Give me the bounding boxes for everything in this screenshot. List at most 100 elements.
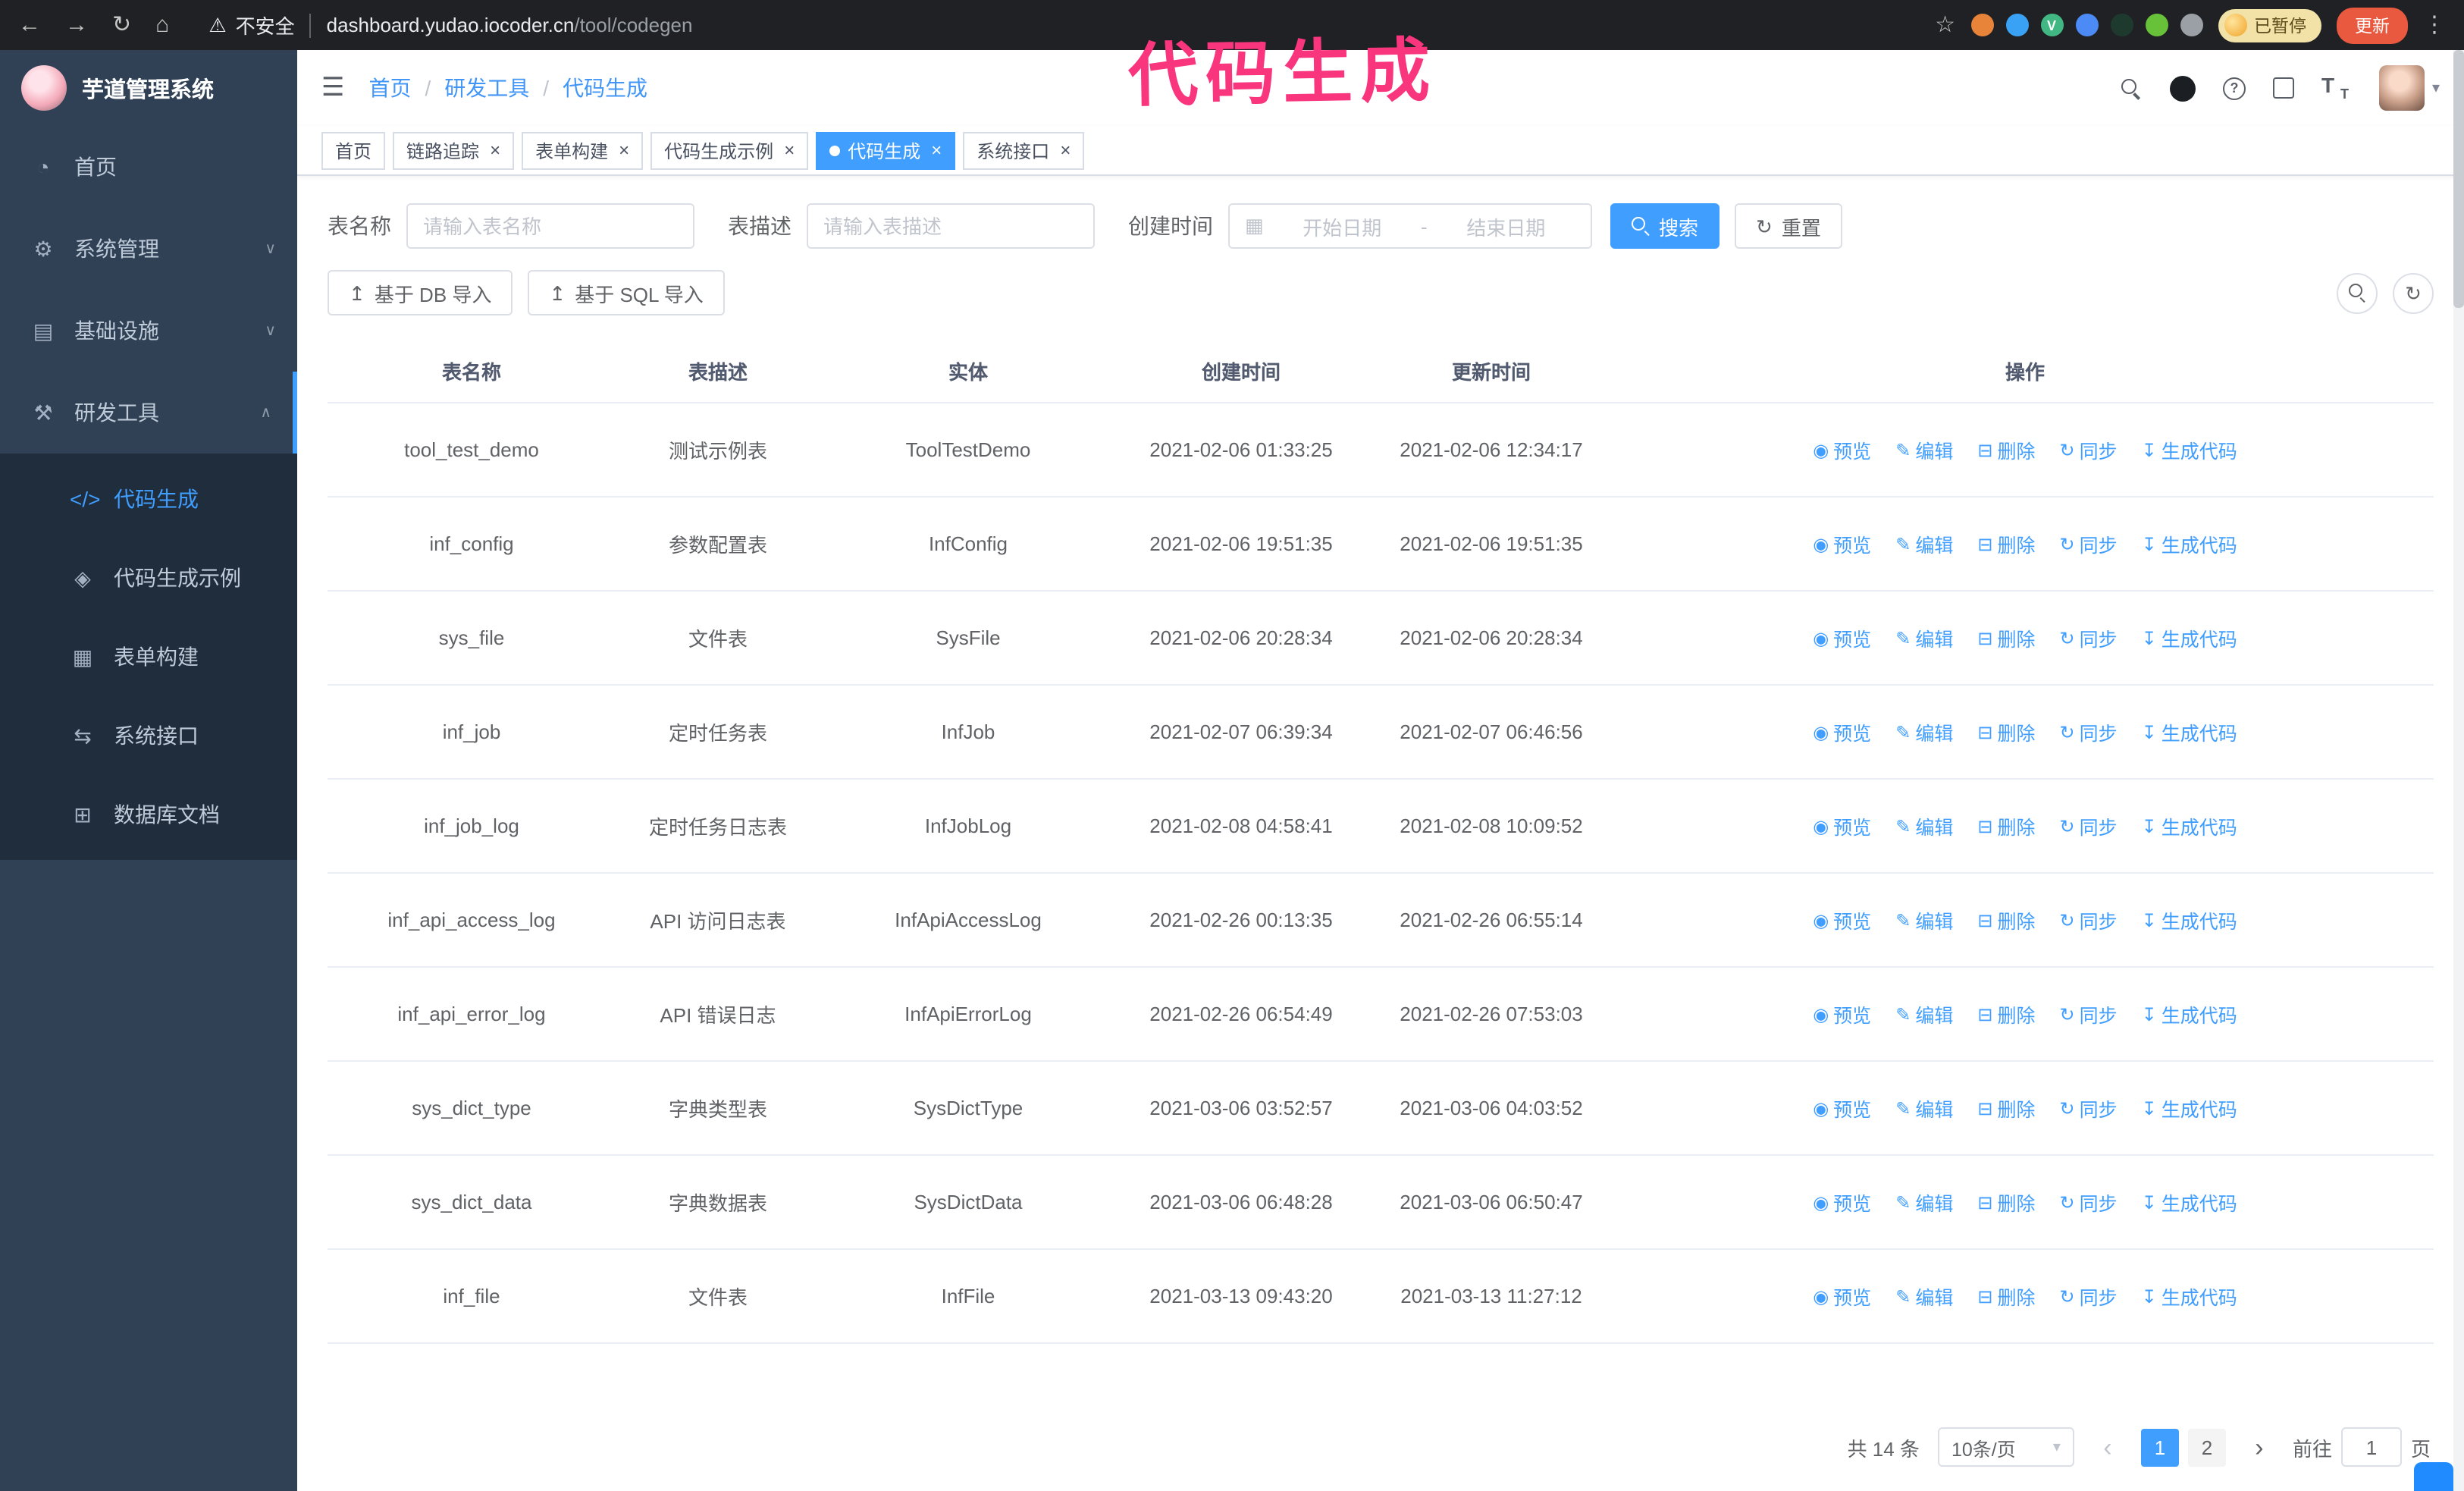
- github-icon[interactable]: [2169, 75, 2196, 101]
- table-desc-input[interactable]: [807, 203, 1095, 249]
- preview-link[interactable]: ◉ 预览: [1813, 623, 1871, 652]
- edit-link[interactable]: ✎ 编辑: [1895, 811, 1953, 840]
- scrollbar-thumb[interactable]: [2453, 50, 2464, 308]
- tab-home[interactable]: 首页: [321, 131, 386, 169]
- breadcrumb-item[interactable]: 研发工具: [444, 73, 529, 103]
- generate-link[interactable]: ↧ 生成代码: [2142, 906, 2237, 934]
- tab-api[interactable]: 系统接口 ×: [963, 131, 1085, 169]
- import-sql-button[interactable]: ↥ 基于 SQL 导入: [528, 270, 725, 315]
- sidebar-subitem-form-builder[interactable]: ▦ 表单构建: [0, 617, 297, 696]
- page-size-select[interactable]: 10条/页 ▾: [1937, 1427, 2074, 1467]
- search-icon[interactable]: [2120, 77, 2143, 99]
- delete-link[interactable]: ⊟ 删除: [1977, 623, 2035, 652]
- tab-codegen-example[interactable]: 代码生成示例 ×: [650, 131, 809, 169]
- app-logo[interactable]: 芋道管理系统: [0, 50, 297, 126]
- bookmark-star-icon[interactable]: ☆: [1935, 14, 1955, 36]
- generate-link[interactable]: ↧ 生成代码: [2142, 529, 2237, 558]
- edit-link[interactable]: ✎ 编辑: [1895, 435, 1953, 464]
- refresh-table-button[interactable]: ↻: [2393, 272, 2434, 313]
- generate-link[interactable]: ↧ 生成代码: [2142, 623, 2237, 652]
- delete-link[interactable]: ⊟ 删除: [1977, 811, 2035, 840]
- close-icon[interactable]: ×: [1060, 141, 1071, 159]
- sync-link[interactable]: ↻ 同步: [2060, 435, 2118, 464]
- delete-link[interactable]: ⊟ 删除: [1977, 529, 2035, 558]
- close-icon[interactable]: ×: [619, 141, 629, 159]
- help-icon[interactable]: [2222, 77, 2246, 99]
- close-icon[interactable]: ×: [490, 141, 500, 159]
- user-avatar-menu[interactable]: ▾: [2378, 65, 2440, 111]
- sidebar-toggle-icon[interactable]: ☰: [321, 73, 345, 103]
- sync-link[interactable]: ↻ 同步: [2060, 1094, 2118, 1122]
- sidebar-subitem-db-doc[interactable]: ⊞ 数据库文档: [0, 775, 297, 854]
- generate-link[interactable]: ↧ 生成代码: [2142, 1000, 2237, 1028]
- sync-link[interactable]: ↻ 同步: [2060, 1000, 2118, 1028]
- sidebar-item-system[interactable]: ⚙ 系统管理 ∨: [0, 208, 297, 290]
- table-name-input[interactable]: [406, 203, 694, 249]
- preview-link[interactable]: ◉ 预览: [1813, 1282, 1871, 1311]
- edit-link[interactable]: ✎ 编辑: [1895, 717, 1953, 746]
- edit-link[interactable]: ✎ 编辑: [1895, 529, 1953, 558]
- goto-page-input[interactable]: [2340, 1427, 2402, 1467]
- puzzle-extension-icon[interactable]: [2180, 14, 2202, 36]
- generate-link[interactable]: ↧ 生成代码: [2142, 435, 2237, 464]
- generate-link[interactable]: ↧ 生成代码: [2142, 1188, 2237, 1216]
- preview-link[interactable]: ◉ 预览: [1813, 1188, 1871, 1216]
- fox-extension-icon[interactable]: [1970, 14, 1993, 36]
- generate-link[interactable]: ↧ 生成代码: [2142, 1282, 2237, 1311]
- preview-link[interactable]: ◉ 预览: [1813, 435, 1871, 464]
- sync-link[interactable]: ↻ 同步: [2060, 529, 2118, 558]
- create-time-range-picker[interactable]: ▦ 开始日期 - 结束日期: [1228, 203, 1592, 249]
- tab-trace[interactable]: 链路追踪 ×: [393, 131, 515, 169]
- delete-link[interactable]: ⊟ 删除: [1977, 906, 2035, 934]
- show-search-toggle-button[interactable]: [2337, 272, 2378, 313]
- generate-link[interactable]: ↧ 生成代码: [2142, 811, 2237, 840]
- breadcrumb-item[interactable]: 代码生成: [563, 73, 647, 103]
- chat-widget-button[interactable]: [2414, 1462, 2453, 1491]
- preview-link[interactable]: ◉ 预览: [1813, 906, 1871, 934]
- tab-codegen[interactable]: 代码生成 ×: [816, 131, 956, 169]
- sidebar-item-devtools[interactable]: ⚒ 研发工具 ∧: [0, 372, 297, 454]
- breadcrumb-item[interactable]: 首页: [369, 73, 412, 103]
- delete-link[interactable]: ⊟ 删除: [1977, 435, 2035, 464]
- import-db-button[interactable]: ↥ 基于 DB 导入: [328, 270, 513, 315]
- sync-link[interactable]: ↻ 同步: [2060, 717, 2118, 746]
- back-icon[interactable]: ←: [18, 14, 41, 36]
- edit-link[interactable]: ✎ 编辑: [1895, 1094, 1953, 1122]
- tab-form-builder[interactable]: 表单构建 ×: [522, 131, 644, 169]
- preview-link[interactable]: ◉ 预览: [1813, 1000, 1871, 1028]
- sync-link[interactable]: ↻ 同步: [2060, 906, 2118, 934]
- edit-link[interactable]: ✎ 编辑: [1895, 906, 1953, 934]
- close-icon[interactable]: ×: [931, 141, 942, 159]
- chrome-update-button[interactable]: 更新: [2337, 7, 2408, 43]
- preview-link[interactable]: ◉ 预览: [1813, 717, 1871, 746]
- delete-link[interactable]: ⊟ 删除: [1977, 1188, 2035, 1216]
- sync-link[interactable]: ↻ 同步: [2060, 1188, 2118, 1216]
- generate-link[interactable]: ↧ 生成代码: [2142, 1094, 2237, 1122]
- vue-devtools-extension-icon[interactable]: V: [2040, 14, 2063, 36]
- sidebar-item-home[interactable]: ◔ 首页: [0, 126, 297, 208]
- chrome-menu-icon[interactable]: ⋮: [2423, 14, 2446, 36]
- page-button-1[interactable]: 1: [2140, 1428, 2179, 1466]
- search-button[interactable]: 搜索: [1610, 203, 1720, 249]
- forward-icon[interactable]: →: [65, 14, 88, 36]
- security-chip[interactable]: ⚠ 不安全: [208, 11, 294, 39]
- delete-link[interactable]: ⊟ 删除: [1977, 1282, 2035, 1311]
- address-bar[interactable]: dashboard.yudao.iocoder.cn/tool/codegen: [327, 14, 693, 36]
- sidebar-subitem-codegen[interactable]: </> 代码生成: [0, 460, 297, 538]
- drop-extension-icon[interactable]: [2005, 14, 2028, 36]
- reset-button[interactable]: ↻ 重置: [1735, 203, 1842, 249]
- edit-link[interactable]: ✎ 编辑: [1895, 623, 1953, 652]
- prev-page-button[interactable]: ‹: [2093, 1434, 2123, 1460]
- refresh-icon[interactable]: ↻: [112, 14, 131, 36]
- sidebar-subitem-api[interactable]: ⇆ 系统接口: [0, 696, 297, 775]
- profile-paused-chip[interactable]: 已暂停: [2218, 8, 2321, 42]
- sync-link[interactable]: ↻ 同步: [2060, 623, 2118, 652]
- home-icon[interactable]: ⌂: [155, 14, 169, 36]
- preview-link[interactable]: ◉ 预览: [1813, 1094, 1871, 1122]
- sync-link[interactable]: ↻ 同步: [2060, 1282, 2118, 1311]
- delete-link[interactable]: ⊟ 删除: [1977, 1000, 2035, 1028]
- delete-link[interactable]: ⊟ 删除: [1977, 1094, 2035, 1122]
- preview-link[interactable]: ◉ 预览: [1813, 811, 1871, 840]
- font-size-icon[interactable]: [2321, 73, 2352, 102]
- sidebar-subitem-codegen-example[interactable]: ◈ 代码生成示例: [0, 538, 297, 617]
